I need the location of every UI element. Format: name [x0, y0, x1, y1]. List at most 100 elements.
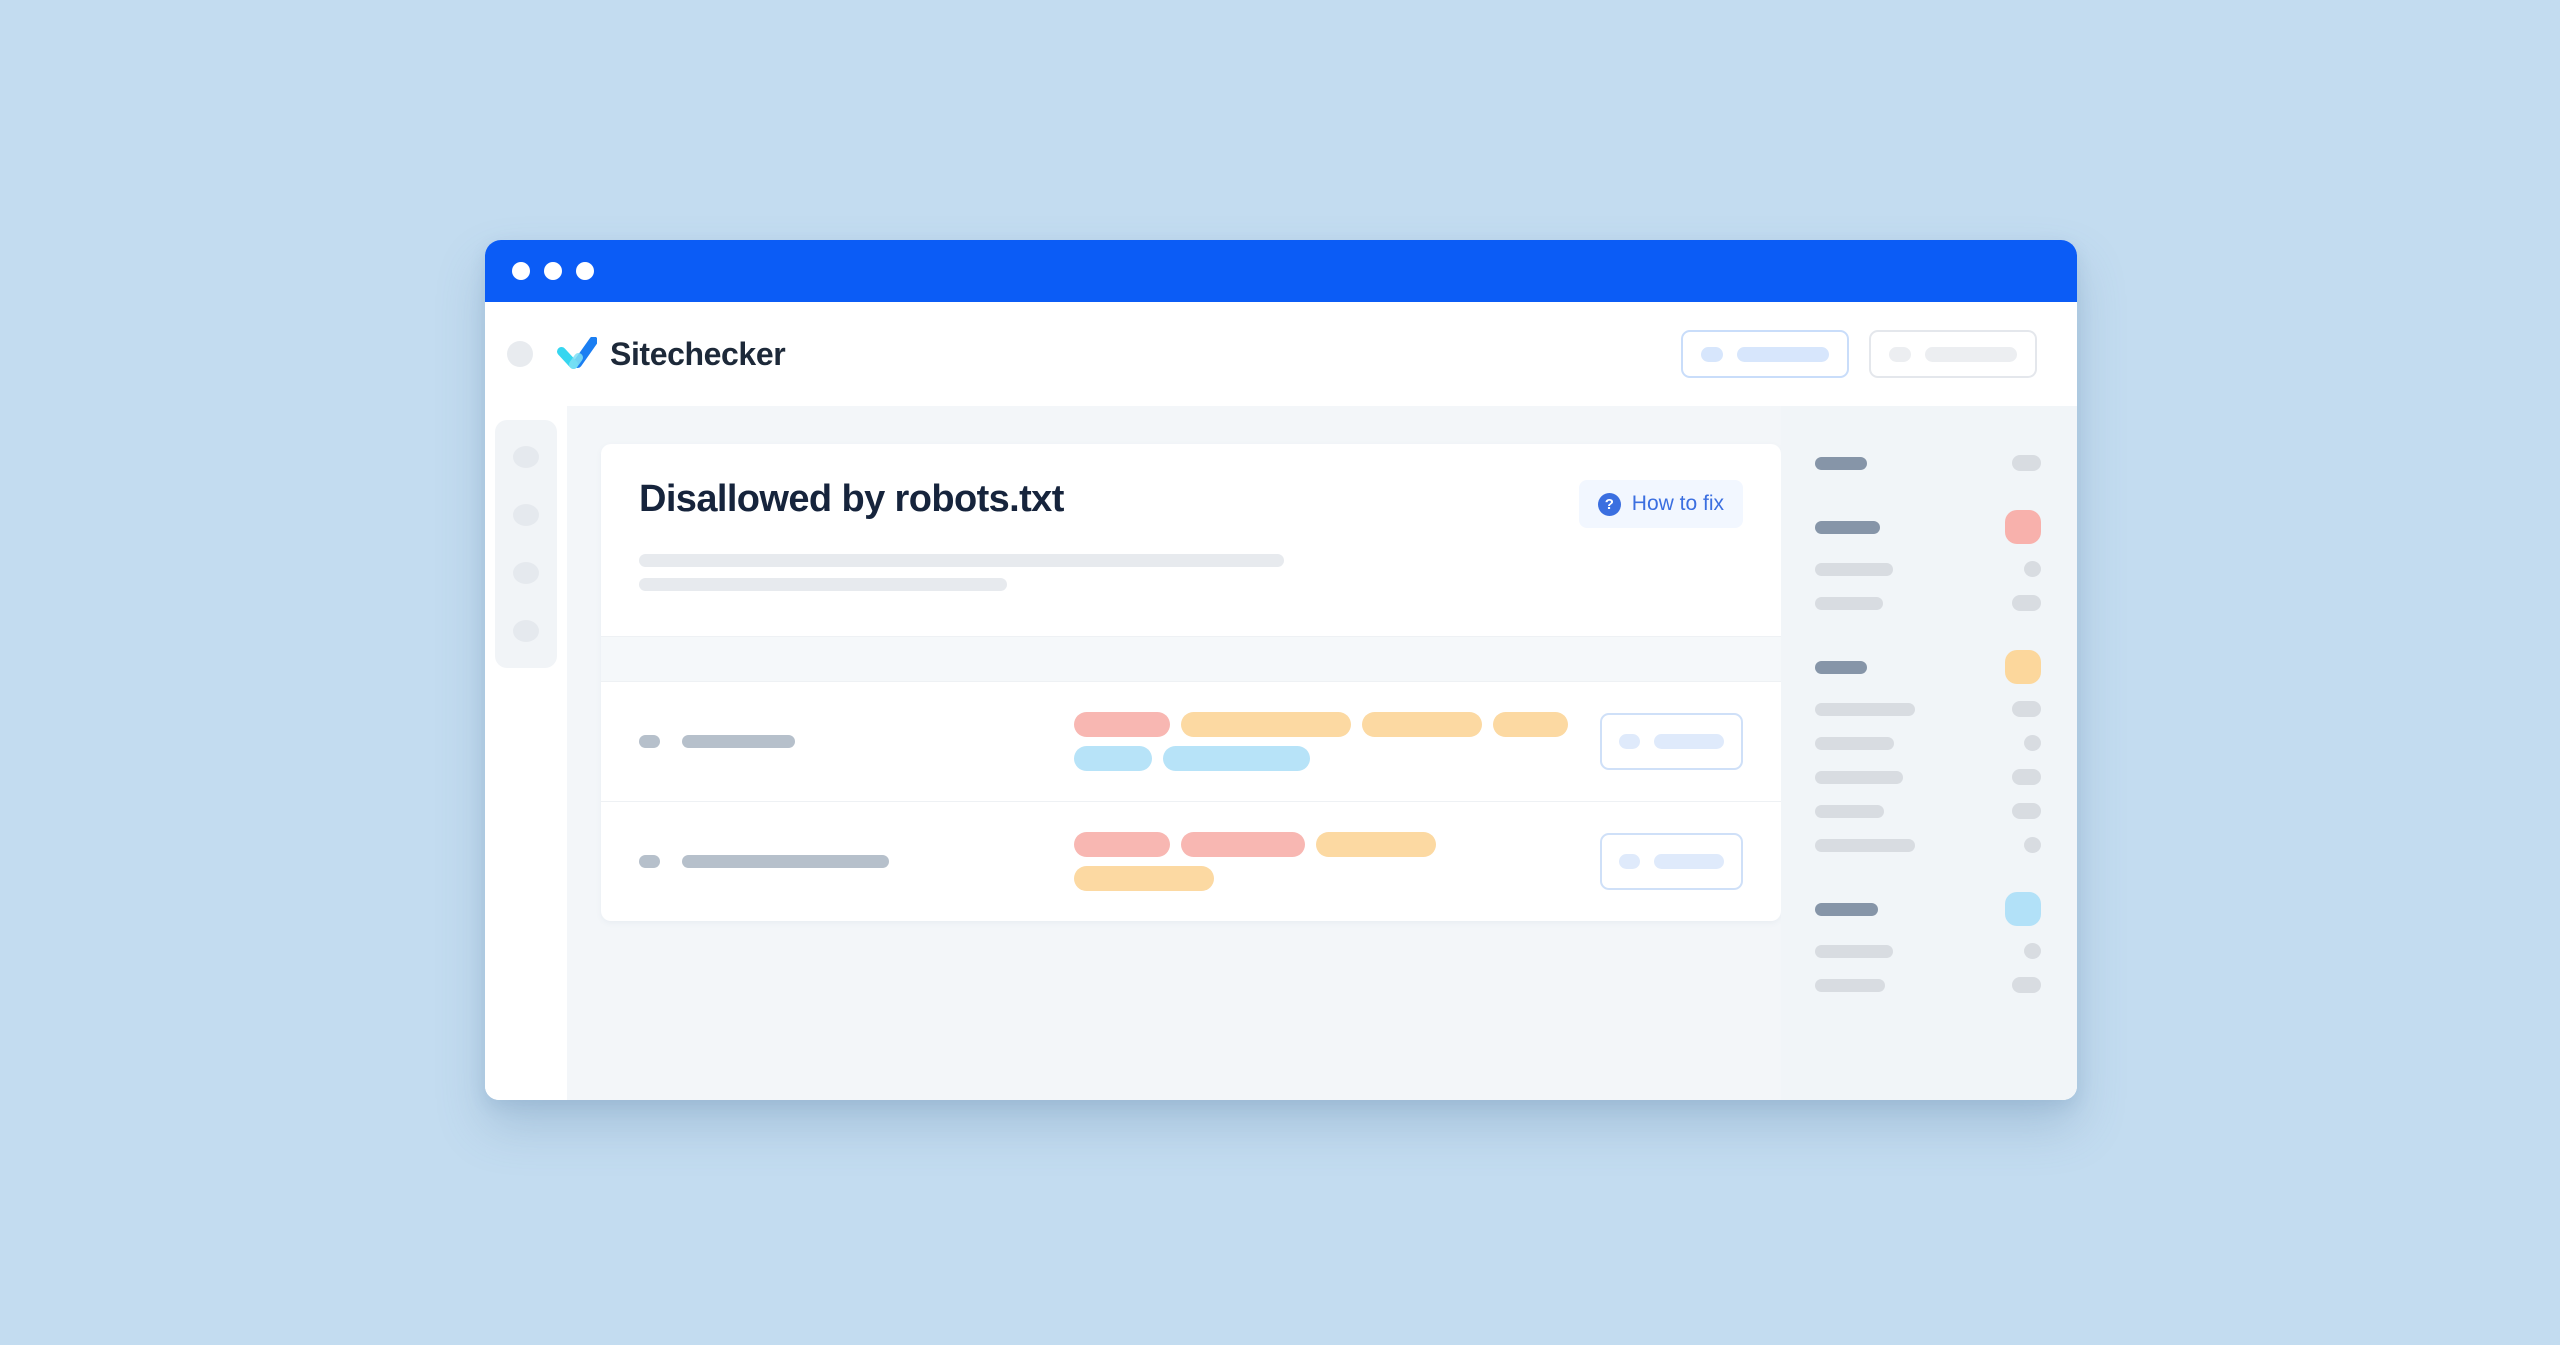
table-body [601, 682, 1781, 921]
right-panel-row-title [1815, 660, 1867, 674]
right-panel-row[interactable] [1815, 836, 2041, 854]
right-panel-group-1 [1815, 454, 2041, 472]
row-tag-list [1074, 712, 1576, 771]
right-panel-row[interactable] [1815, 976, 2041, 994]
right-panel-badge [2012, 455, 2041, 471]
brand[interactable]: Sitechecker [557, 335, 786, 373]
right-panel-group-spacer [1815, 870, 2041, 892]
page-title: Disallowed by robots.txt [639, 478, 1064, 520]
right-panel-row[interactable] [1815, 650, 2041, 684]
right-sidebar [1781, 406, 2077, 1100]
right-panel-row[interactable] [1815, 560, 2041, 578]
header-left: Sitechecker [507, 335, 786, 373]
table-header-band [601, 636, 1781, 682]
window-maximize-dot[interactable] [576, 262, 594, 280]
row-action-button-1[interactable] [1600, 713, 1743, 770]
right-panel-row-subtitle [1815, 596, 1883, 610]
row-tag-5-blue[interactable] [1074, 746, 1152, 771]
description-line-1 [639, 554, 1284, 567]
row-tag-4-orange[interactable] [1074, 866, 1214, 891]
row-action-cell [1600, 833, 1743, 890]
right-panel-row-title [1815, 520, 1880, 534]
header-button-secondary[interactable] [1869, 330, 2037, 378]
right-panel-row-subtitle [1815, 770, 1903, 784]
row-tag-4-orange[interactable] [1493, 712, 1568, 737]
main-content: Disallowed by robots.txt ? How to fix [567, 406, 1781, 1100]
right-panel-row-subtitle [1815, 944, 1893, 958]
right-panel-row[interactable] [1815, 594, 2041, 612]
description-placeholder [639, 554, 1743, 591]
right-panel-row-subtitle [1815, 978, 1885, 992]
right-panel-group-3 [1815, 650, 2041, 854]
right-panel-row-subtitle [1815, 702, 1915, 716]
right-panel-group-2 [1815, 510, 2041, 612]
card-header: Disallowed by robots.txt ? How to fix [601, 444, 1781, 636]
row-tag-1-red[interactable] [1074, 832, 1170, 857]
right-panel-row[interactable] [1815, 510, 2041, 544]
row-action-button-2[interactable] [1600, 833, 1743, 890]
right-panel-badge [2012, 701, 2041, 717]
row-tag-3-orange[interactable] [1316, 832, 1436, 857]
right-panel-row[interactable] [1815, 802, 2041, 820]
right-panel-badge [2012, 595, 2041, 611]
window-minimize-dot[interactable] [544, 262, 562, 280]
right-panel-row-subtitle [1815, 562, 1893, 576]
left-sidebar [485, 406, 567, 1100]
table-row-1[interactable] [601, 682, 1781, 802]
content-card: Disallowed by robots.txt ? How to fix [601, 444, 1781, 921]
row-tag-3-orange[interactable] [1362, 712, 1482, 737]
row-label [639, 855, 1074, 868]
how-to-fix-label: How to fix [1631, 492, 1724, 515]
row-action-icon [1619, 734, 1640, 749]
right-panel-group-spacer [1815, 488, 2041, 510]
right-panel-row[interactable] [1815, 768, 2041, 786]
right-panel-row[interactable] [1815, 942, 2041, 960]
rail-item-3[interactable] [513, 562, 539, 584]
table-row-2[interactable] [601, 802, 1781, 921]
right-panel-row[interactable] [1815, 892, 2041, 926]
rail-item-2[interactable] [513, 504, 539, 526]
row-tag-6-blue[interactable] [1163, 746, 1310, 771]
right-panel-group-4 [1815, 892, 2041, 994]
row-action-icon [1619, 854, 1640, 869]
right-panel-row[interactable] [1815, 734, 2041, 752]
row-tag-1-red[interactable] [1074, 712, 1170, 737]
right-panel-badge [2024, 837, 2041, 853]
browser-window: Sitechecker Disallowed by robots.txt ? H… [485, 240, 2077, 1100]
left-sidebar-panel [495, 420, 557, 668]
app-body: Disallowed by robots.txt ? How to fix [485, 406, 2077, 1100]
how-to-fix-button[interactable]: ? How to fix [1578, 480, 1743, 528]
header-button-secondary-icon [1889, 346, 1911, 362]
row-tag-2-red[interactable] [1181, 832, 1305, 857]
right-panel-badge [2005, 892, 2041, 926]
rail-item-1[interactable] [513, 446, 539, 468]
right-panel-badge [2012, 803, 2041, 819]
right-panel-badge [2024, 943, 2041, 959]
row-label [639, 735, 1074, 748]
header-button-primary[interactable] [1681, 330, 1849, 378]
right-panel-row[interactable] [1815, 700, 2041, 718]
header-button-primary-icon [1701, 346, 1723, 362]
brand-name: Sitechecker [610, 335, 786, 372]
row-action-label [1654, 854, 1724, 869]
right-panel-badge [2024, 735, 2041, 751]
right-panel-row-subtitle [1815, 804, 1884, 818]
hamburger-icon[interactable] [507, 341, 533, 367]
right-panel-badge [2024, 561, 2041, 577]
window-close-dot[interactable] [512, 262, 530, 280]
right-panel-row-title [1815, 902, 1878, 916]
sitechecker-checkmark-logo [557, 337, 597, 369]
right-panel-badge [2012, 769, 2041, 785]
right-panel-badge [2012, 977, 2041, 993]
app-header: Sitechecker [485, 302, 2077, 406]
right-panel-row[interactable] [1815, 454, 2041, 472]
row-status-dot [639, 735, 660, 748]
header-button-primary-label [1737, 346, 1829, 362]
right-panel-row-title [1815, 456, 1867, 470]
right-panel-badge [2005, 650, 2041, 684]
card-header-top: Disallowed by robots.txt ? How to fix [639, 478, 1743, 528]
row-tag-2-orange[interactable] [1181, 712, 1351, 737]
header-right [1681, 330, 2037, 378]
rail-item-4[interactable] [513, 620, 539, 642]
right-panel-group-spacer [1815, 628, 2041, 650]
